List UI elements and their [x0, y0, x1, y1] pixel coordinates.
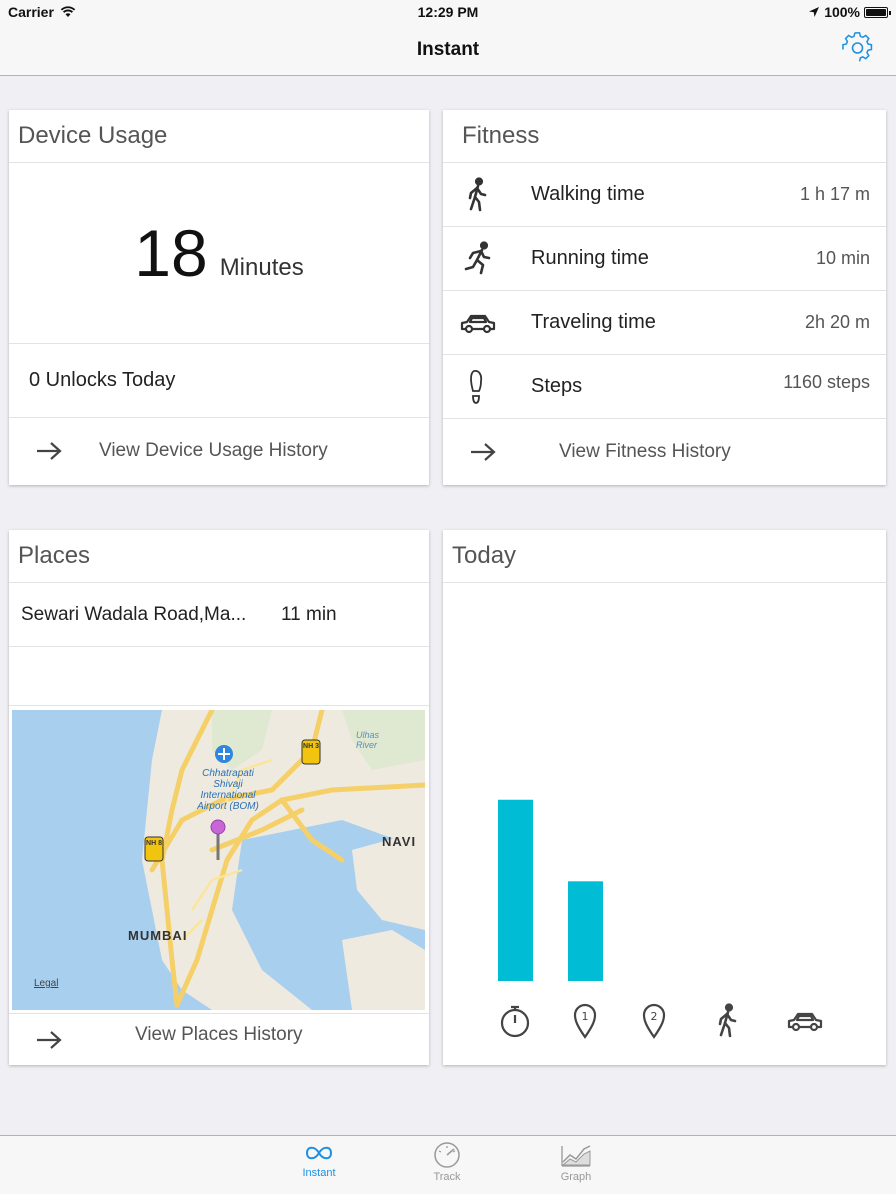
view-places-history-label: View Places History [135, 1023, 303, 1045]
walking-icon [718, 1003, 737, 1038]
map-nh8-shield: NH 8 [146, 840, 162, 847]
steps-value: 1160 steps [783, 372, 870, 392]
view-places-history-button[interactable]: View Places History [9, 1013, 429, 1065]
usage-summary: 18 Minutes [9, 163, 429, 344]
today-card: Today 1 2 [443, 530, 886, 1065]
tab-instant[interactable]: Instant [279, 1142, 359, 1179]
battery-indicator: 100% [808, 4, 891, 20]
place-2-marker-icon: 2 [642, 1003, 666, 1039]
fitness-card: Fitness Walking time 1 h 17 m Running ti… [443, 110, 886, 485]
map-city-label: MUMBAI [128, 928, 188, 943]
places-map[interactable]: Chhatrapati Shivaji International Airpor… [12, 710, 425, 1010]
map-nh3-shield: NH 3 [303, 743, 319, 750]
places-title: Places [9, 530, 429, 583]
tab-instant-label: Instant [302, 1167, 336, 1179]
place-item[interactable]: Sewari Wadala Road,Ma... 11 min [9, 583, 429, 647]
traveling-value: 2h 20 m [804, 312, 870, 332]
map-navi-label: NAVI [382, 834, 417, 849]
view-fitness-history-button[interactable]: View Fitness History [443, 419, 886, 485]
svg-text:1: 1 [582, 1010, 589, 1023]
fitness-title: Fitness [443, 110, 886, 163]
speedometer-icon [434, 1142, 460, 1168]
car-icon [787, 1012, 823, 1032]
steps-label: Steps [531, 375, 583, 397]
walking-icon [468, 176, 487, 211]
arrow-right-icon [37, 442, 62, 460]
page-title: Instant [416, 39, 480, 60]
fitness-row-running[interactable]: Running time 10 min [443, 227, 886, 291]
places-card: Places Sewari Wadala Road,Ma... 11 min C… [9, 530, 429, 1065]
map-legal-link[interactable]: Legal [34, 978, 58, 989]
tab-bar: Instant Track Graph [0, 1135, 896, 1194]
running-value: 10 min [815, 248, 870, 268]
today-chart: 1 2 [498, 799, 823, 1039]
place-duration: 11 min [281, 603, 337, 625]
svg-text:2: 2 [651, 1010, 658, 1023]
gear-icon[interactable] [842, 32, 874, 64]
stopwatch-icon [500, 1005, 530, 1038]
clock: 12:29 PM [417, 4, 479, 20]
battery-percent: 100% [824, 4, 860, 20]
arrow-right-icon [471, 443, 496, 461]
tab-graph[interactable]: Graph [536, 1142, 616, 1183]
traveling-label: Traveling time [531, 311, 656, 333]
battery-icon [864, 6, 891, 18]
infinity-icon [305, 1146, 333, 1160]
map-river-label: Ulhas River [356, 730, 380, 750]
place-name: Sewari Wadala Road,Ma... [21, 603, 247, 625]
car-icon [460, 314, 496, 333]
today-title: Today [443, 530, 886, 583]
usage-unit: Minutes [219, 254, 304, 281]
place-empty-row [9, 647, 429, 706]
footprint-icon [470, 369, 483, 404]
today-bar-place-1 [568, 881, 603, 981]
fitness-row-steps[interactable]: Steps 1160 steps [443, 355, 886, 419]
walking-value: 1 h 17 m [799, 184, 870, 204]
fitness-row-walking[interactable]: Walking time 1 h 17 m [443, 163, 886, 227]
today-bar-device-usage [498, 799, 533, 981]
graph-icon [561, 1145, 591, 1167]
navigation-bar: Instant [0, 26, 896, 76]
tab-track[interactable]: Track [407, 1142, 487, 1183]
unlocks-today: 0 Unlocks Today [9, 344, 429, 418]
view-fitness-history-label: View Fitness History [559, 441, 731, 462]
fitness-row-traveling[interactable]: Traveling time 2h 20 m [443, 291, 886, 355]
arrow-right-icon [37, 1030, 62, 1049]
map-airport-label: Chhatrapati Shivaji International Airpor… [197, 768, 259, 812]
running-icon [464, 240, 491, 274]
view-device-usage-history-button[interactable]: View Device Usage History [9, 418, 429, 484]
tab-graph-label: Graph [560, 1171, 592, 1183]
running-label: Running time [531, 247, 649, 269]
device-usage-card: Device Usage 18 Minutes 0 Unlocks Today … [9, 110, 429, 485]
tab-track-label: Track [433, 1171, 461, 1183]
device-usage-title: Device Usage [9, 110, 429, 163]
place-1-marker-icon: 1 [573, 1003, 597, 1039]
location-arrow-icon [809, 7, 820, 17]
usage-minutes: 18 [134, 216, 208, 290]
walking-label: Walking time [531, 183, 645, 205]
status-bar: Carrier 12:29 PM 100% [0, 0, 896, 26]
view-device-usage-history-label: View Device Usage History [99, 440, 328, 461]
